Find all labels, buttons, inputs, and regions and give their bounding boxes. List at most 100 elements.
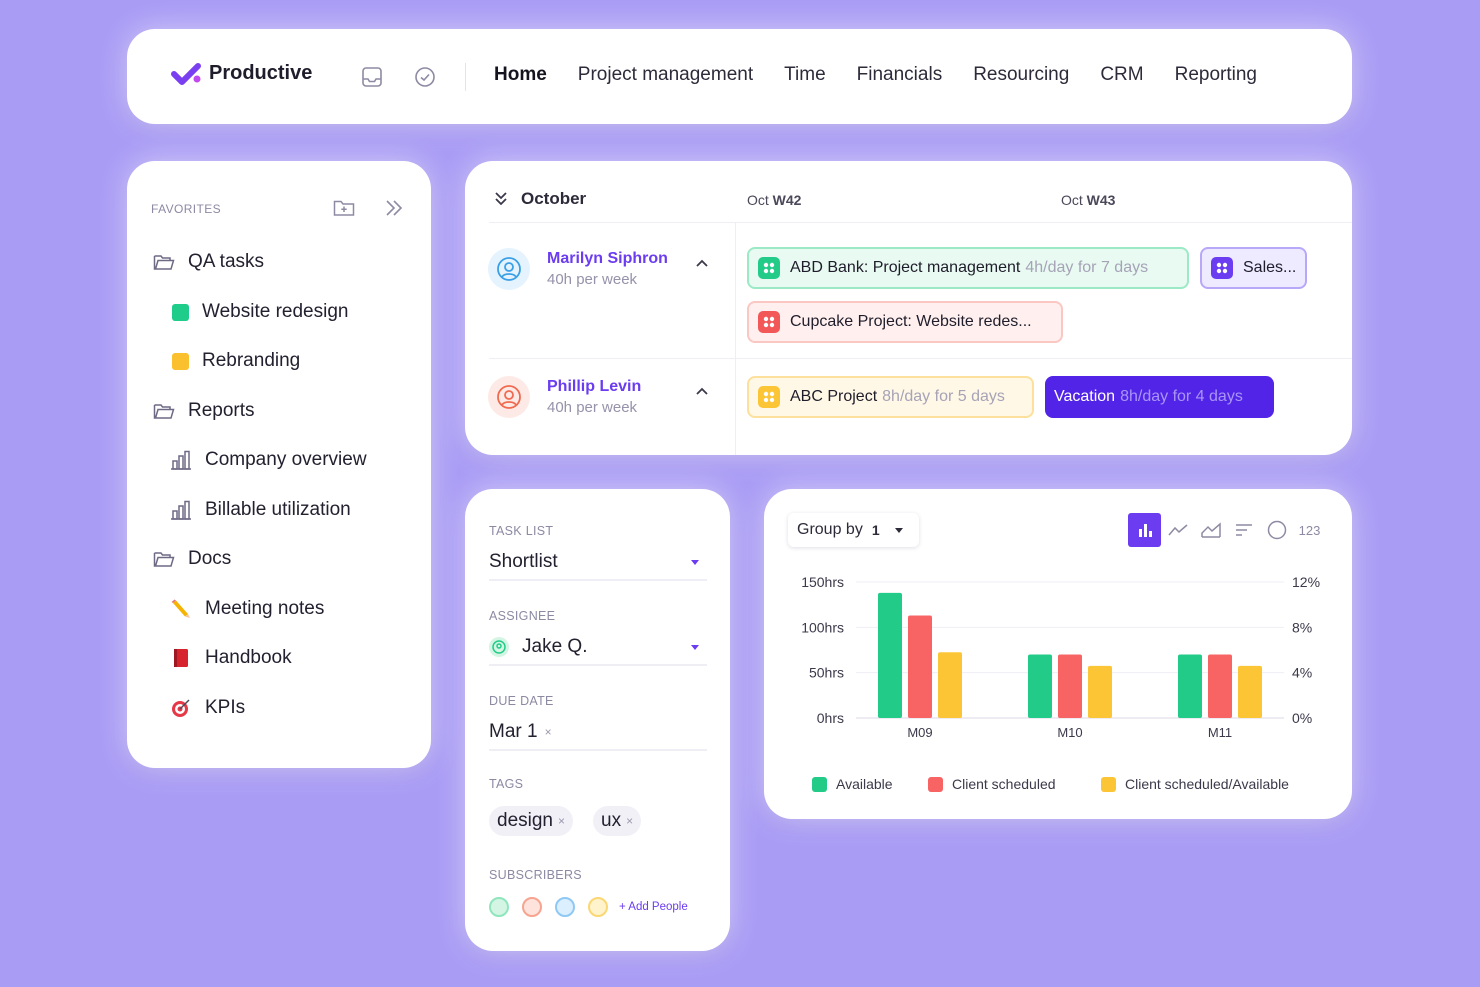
add-people-link[interactable]: + Add People bbox=[619, 901, 688, 913]
legend-label: Client scheduled bbox=[952, 776, 1056, 792]
booking-abc-project[interactable]: ABC Project 8h/day for 5 days bbox=[747, 376, 1034, 418]
avatar[interactable] bbox=[488, 248, 530, 290]
due-date-field[interactable]: Mar 1 × bbox=[489, 721, 707, 751]
favorite-label: Rebranding bbox=[202, 350, 301, 371]
tag-label: ux bbox=[601, 810, 622, 831]
y-right-tick-label: 4% bbox=[1292, 665, 1312, 681]
target-icon bbox=[172, 699, 190, 717]
tag-chip[interactable]: ux × bbox=[593, 806, 642, 836]
nav-project-management[interactable]: Project management bbox=[578, 64, 753, 86]
booking-sales[interactable]: Sales... bbox=[1200, 247, 1307, 289]
person-info: Phillip Levin 40h per week bbox=[547, 378, 641, 416]
subscribers-label: SUBSCRIBERS bbox=[489, 868, 582, 882]
favorite-rebranding[interactable]: Rebranding bbox=[172, 350, 300, 372]
favorite-reports[interactable]: Reports bbox=[153, 400, 255, 422]
brand-name: Productive bbox=[209, 62, 313, 84]
favorite-label: Website redesign bbox=[202, 301, 349, 322]
subscriber-avatar[interactable] bbox=[522, 897, 542, 917]
collapse-chevrons-icon[interactable] bbox=[384, 199, 404, 222]
nav-divider bbox=[465, 63, 466, 91]
nav-crm[interactable]: CRM bbox=[1100, 64, 1143, 86]
subscriber-avatar[interactable] bbox=[588, 897, 608, 917]
week-prefix: Oct bbox=[1061, 192, 1083, 208]
book-icon bbox=[174, 649, 188, 667]
booking-detail: 8h/day for 4 days bbox=[1120, 388, 1243, 405]
resource-schedule: October Oct W42 Oct W43 Marilyn Siphron … bbox=[465, 161, 1352, 455]
assignee-label: ASSIGNEE bbox=[489, 609, 556, 623]
caret-down-icon bbox=[691, 560, 699, 565]
legend-label: Client scheduled/Available bbox=[1125, 776, 1289, 792]
booking-detail: 4h/day for 7 days bbox=[1025, 259, 1149, 276]
x-tick-label: M10 bbox=[1057, 725, 1082, 740]
legend-swatch bbox=[812, 776, 827, 792]
booking-detail: 8h/day for 5 days bbox=[882, 388, 1005, 405]
booking-title: ABD Bank: Project management bbox=[790, 259, 1021, 276]
check-circle-icon[interactable] bbox=[414, 66, 436, 88]
favorite-billable-utilization[interactable]: Billable utilization bbox=[170, 499, 351, 521]
booking-abd-bank[interactable]: ABD Bank: Project management 4h/day for … bbox=[747, 247, 1189, 289]
favorite-label: Billable utilization bbox=[205, 499, 351, 520]
person-name[interactable]: Phillip Levin bbox=[547, 378, 641, 396]
favorite-label: Company overview bbox=[205, 449, 367, 470]
row-divider bbox=[489, 358, 1352, 359]
booking-title: Cupcake Project: Website redes... bbox=[790, 313, 1032, 330]
avatar[interactable] bbox=[488, 376, 530, 418]
y-left-tick-label: 50hrs bbox=[809, 665, 844, 681]
nav-home[interactable]: Home bbox=[494, 64, 547, 86]
week-header-w43: Oct W43 bbox=[1061, 192, 1115, 208]
favorite-qa-tasks[interactable]: QA tasks bbox=[153, 251, 264, 273]
favorite-meeting-notes[interactable]: Meeting notes bbox=[170, 598, 324, 620]
nav-resourcing[interactable]: Resourcing bbox=[973, 64, 1069, 86]
yellow-square-icon bbox=[172, 352, 189, 370]
booking-title: Vacation bbox=[1054, 388, 1116, 405]
column-divider bbox=[735, 222, 736, 455]
y-left-tick-label: 100hrs bbox=[801, 619, 844, 635]
person-name[interactable]: Marilyn Siphron bbox=[547, 250, 668, 268]
productive-logo-icon bbox=[171, 62, 201, 85]
subscriber-avatar[interactable] bbox=[555, 897, 575, 917]
person-info: Marilyn Siphron 40h per week bbox=[547, 250, 668, 288]
double-chevron-down-icon[interactable] bbox=[494, 191, 508, 212]
clear-icon[interactable]: × bbox=[545, 725, 552, 739]
week-number: W43 bbox=[1086, 192, 1116, 208]
remove-tag-icon[interactable]: × bbox=[626, 814, 633, 828]
nav-financials[interactable]: Financials bbox=[857, 64, 943, 86]
due-date-label: DUE DATE bbox=[489, 694, 554, 708]
chevron-up-icon[interactable] bbox=[695, 383, 709, 401]
favorite-handbook[interactable]: Handbook bbox=[170, 647, 292, 669]
favorite-label: Docs bbox=[188, 548, 232, 569]
nav-time[interactable]: Time bbox=[784, 64, 826, 86]
booking-vacation[interactable]: Vacation 8h/day for 4 days bbox=[1045, 376, 1274, 418]
favorites-title: FAVORITES bbox=[151, 202, 222, 216]
add-folder-icon[interactable] bbox=[333, 198, 355, 223]
user-icon bbox=[497, 257, 521, 281]
tag-chip[interactable]: design × bbox=[489, 806, 574, 836]
person-capacity: 40h per week bbox=[547, 399, 638, 416]
brand-logo[interactable]: Productive bbox=[171, 62, 312, 85]
subscriber-avatar[interactable] bbox=[489, 897, 509, 917]
legend-item-client-scheduled[interactable]: Client scheduled bbox=[928, 776, 1056, 792]
bar-available bbox=[1028, 654, 1052, 718]
task-list-select[interactable]: Shortlist bbox=[489, 551, 707, 581]
task-list-value: Shortlist bbox=[489, 551, 558, 572]
tag-label: design bbox=[497, 810, 553, 831]
y-right-tick-label: 8% bbox=[1292, 619, 1312, 635]
remove-tag-icon[interactable]: × bbox=[558, 814, 565, 828]
favorite-website-redesign[interactable]: Website redesign bbox=[172, 301, 348, 323]
legend-item-available[interactable]: Available bbox=[812, 776, 893, 792]
favorite-docs[interactable]: Docs bbox=[153, 548, 231, 570]
y-left-tick-label: 150hrs bbox=[801, 574, 844, 590]
inbox-icon[interactable] bbox=[361, 66, 383, 88]
nav-links: Home Project management Time Financials … bbox=[494, 64, 1288, 86]
nav-reporting[interactable]: Reporting bbox=[1175, 64, 1257, 86]
chevron-up-icon[interactable] bbox=[695, 255, 709, 273]
project-icon bbox=[758, 257, 780, 279]
favorite-company-overview[interactable]: Company overview bbox=[170, 449, 367, 471]
assignee-select[interactable]: Jake Q. bbox=[489, 636, 707, 666]
bar-client-scheduled-available bbox=[1238, 665, 1262, 718]
y-right-tick-label: 0% bbox=[1292, 710, 1312, 726]
legend-item-client-scheduled-available[interactable]: Client scheduled/Available bbox=[1101, 776, 1289, 792]
bar-chart-icon bbox=[171, 450, 191, 470]
favorite-kpis[interactable]: KPIs bbox=[170, 697, 245, 719]
booking-cupcake-project[interactable]: Cupcake Project: Website redes... bbox=[747, 301, 1063, 343]
